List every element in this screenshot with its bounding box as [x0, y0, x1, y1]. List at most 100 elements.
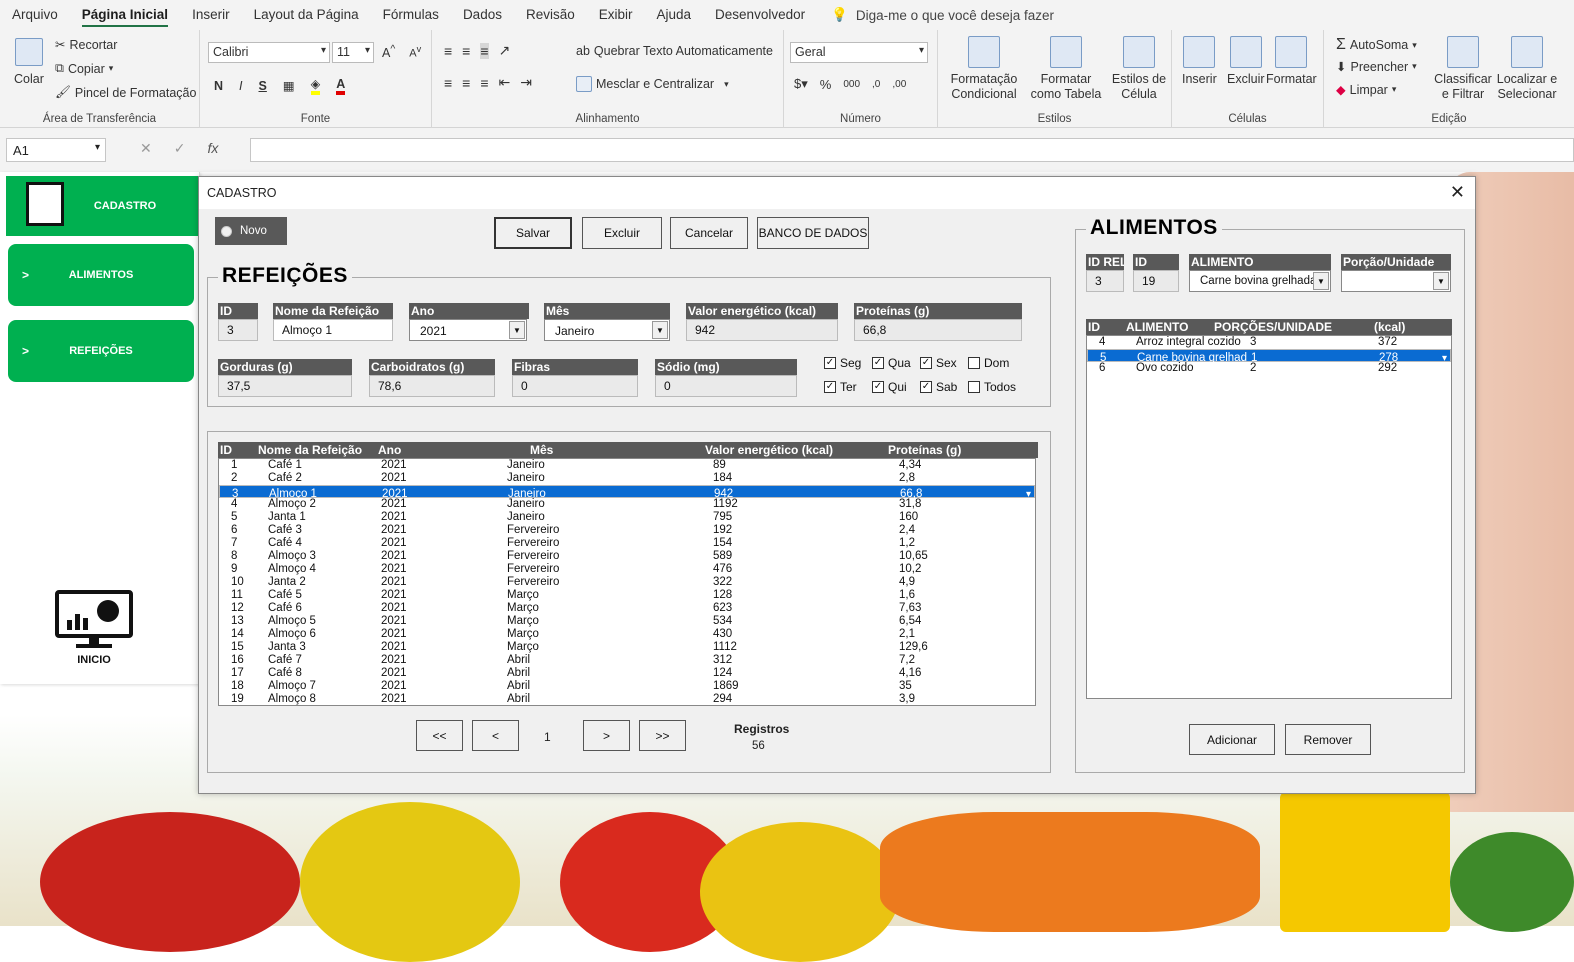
tab-layout[interactable]: Layout da Página: [242, 0, 371, 30]
insert-cells-button[interactable]: Inserir: [1182, 36, 1217, 86]
cancel-formula-icon[interactable]: ✕: [140, 140, 152, 157]
tell-me-box[interactable]: 💡 Diga-me o que você deseja fazer: [831, 7, 1054, 23]
banco-de-dados-button[interactable]: BANCO DE DADOS: [757, 217, 869, 249]
font-size-select[interactable]: 11: [332, 42, 374, 63]
table-row[interactable]: 2 Café 2 2021 Janeiro 184 2,8: [219, 472, 1035, 485]
tab-exibir[interactable]: Exibir: [587, 0, 645, 30]
table-row[interactable]: 6 Café 3 2021 Fervereiro 192 2,4: [219, 524, 1035, 537]
table-row[interactable]: 14 Almoço 6 2021 Março 430 2,1: [219, 628, 1035, 641]
sort-filter-button[interactable]: Classificar e Filtrar: [1432, 36, 1494, 102]
percent-icon[interactable]: %: [820, 77, 832, 92]
novo-toggle[interactable]: Novo: [215, 217, 287, 245]
font-color-icon[interactable]: A: [336, 77, 346, 95]
horizontal-align-icons[interactable]: ≡ ≡ ≡ ⇤ ⇥: [444, 74, 532, 91]
italic-button[interactable]: I: [239, 79, 242, 93]
currency-icon[interactable]: $▾: [794, 76, 808, 92]
grow-font-icon[interactable]: A^: [382, 44, 395, 60]
tab-pagina-inicial[interactable]: Página Inicial: [70, 0, 180, 30]
table-row[interactable]: 16 Café 7 2021 Abril 312 7,2: [219, 654, 1035, 667]
table-row[interactable]: 10 Janta 2 2021 Fervereiro 322 4,9: [219, 576, 1035, 589]
alimento-dropdown[interactable]: Carne bovina grelhada ▼: [1189, 270, 1331, 292]
sodio-field[interactable]: 0: [655, 375, 797, 397]
merge-center-button[interactable]: Mesclar e Centralizar ▾: [576, 76, 729, 92]
ano-dropdown[interactable]: 2021 ▼: [409, 319, 527, 341]
tab-formulas[interactable]: Fórmulas: [371, 0, 451, 30]
fx-icon[interactable]: fx: [207, 140, 218, 157]
table-row[interactable]: 1 Café 1 2021 Janeiro 89 4,34: [219, 459, 1035, 472]
salvar-button[interactable]: Salvar: [494, 217, 572, 249]
checkbox-ter[interactable]: ✓ Ter: [824, 380, 857, 394]
checkbox-dom[interactable]: Dom: [968, 356, 1009, 370]
alim-id-field[interactable]: 19: [1133, 270, 1179, 292]
fibras-field[interactable]: 0: [512, 375, 638, 397]
formula-input[interactable]: [250, 138, 1574, 162]
format-as-table-button[interactable]: Formatar como Tabela: [1024, 36, 1108, 102]
table-row[interactable]: 12 Café 6 2021 Março 623 7,63: [219, 602, 1035, 615]
table-row[interactable]: 3 Almoço 1 2021 Janeiro 942 66,8: [219, 485, 1035, 501]
conditional-format-button[interactable]: Formatação Condicional: [946, 36, 1022, 102]
paste-button[interactable]: Colar: [14, 38, 44, 86]
fill-color-icon[interactable]: ◈: [310, 76, 321, 95]
tab-arquivo[interactable]: Arquivo: [0, 0, 70, 30]
first-page-button[interactable]: <<: [416, 720, 463, 751]
decrease-decimal-icon[interactable]: ,00: [892, 79, 906, 90]
checkbox-seg[interactable]: ✓ Seg: [824, 356, 861, 370]
alimentos-button[interactable]: > ALIMENTOS: [8, 244, 194, 306]
increase-decimal-icon[interactable]: ,0: [872, 79, 880, 90]
table-row[interactable]: 8 Almoço 3 2021 Fervereiro 589 10,65: [219, 550, 1035, 563]
format-painter-button[interactable]: 🖌 Pincel de Formatação: [55, 85, 196, 100]
cell-styles-button[interactable]: Estilos de Célula: [1108, 36, 1170, 102]
cut-button[interactable]: ✂ Recortar: [55, 37, 117, 53]
borders-icon[interactable]: ▦: [283, 78, 295, 93]
prev-page-button[interactable]: <: [472, 720, 519, 751]
dropdown-arrow-icon[interactable]: ▼: [652, 321, 668, 339]
refeicoes-listbox[interactable]: 1 Café 1 2021 Janeiro 89 4,34 2 Café 2 2021 Janei…: [218, 458, 1036, 706]
table-row[interactable]: 13 Almoço 5 2021 Março 534 6,54: [219, 615, 1035, 628]
table-row[interactable]: 9 Almoço 4 2021 Fervereiro 476 10,2: [219, 563, 1035, 576]
delete-cells-button[interactable]: Excluir: [1227, 36, 1265, 86]
table-row[interactable]: 7 Café 4 2021 Fervereiro 154 1,2: [219, 537, 1035, 550]
remover-button[interactable]: Remover: [1285, 724, 1371, 755]
thousands-icon[interactable]: 000: [843, 79, 860, 90]
shrink-font-icon[interactable]: Av: [409, 44, 421, 60]
font-grow-shrink[interactable]: A^ Av: [382, 44, 421, 60]
confirm-formula-icon[interactable]: ✓: [174, 140, 186, 157]
dropdown-arrow-icon[interactable]: ▼: [1433, 272, 1449, 290]
nome-field[interactable]: Almoço 1: [273, 319, 393, 341]
carboidratos-field[interactable]: 78,6: [369, 375, 495, 397]
table-row[interactable]: 15 Janta 3 2021 Março 1112 129,6: [219, 641, 1035, 654]
table-row[interactable]: 5 Janta 1 2021 Janeiro 795 160: [219, 511, 1035, 524]
number-format-select[interactable]: Geral: [790, 42, 928, 63]
gorduras-field[interactable]: 37,5: [218, 375, 352, 397]
alimento-row[interactable]: 6 Ovo cozido 2 292: [1087, 362, 1451, 375]
last-page-button[interactable]: >>: [639, 720, 686, 751]
find-select-button[interactable]: Localizar e Selecionar: [1494, 36, 1560, 102]
tab-dados[interactable]: Dados: [451, 0, 514, 30]
adicionar-button[interactable]: Adicionar: [1189, 724, 1275, 755]
close-icon[interactable]: ✕: [1450, 182, 1465, 203]
table-row[interactable]: 4 Almoço 2 2021 Janeiro 1192 31,8: [219, 498, 1035, 511]
checkbox-sex[interactable]: ✓ Sex: [920, 356, 957, 370]
next-page-button[interactable]: >: [583, 720, 630, 751]
copy-button[interactable]: ⧉ Copiar ▾: [55, 61, 113, 76]
tab-inserir[interactable]: Inserir: [180, 0, 242, 30]
table-row[interactable]: 11 Café 5 2021 Março 128 1,6: [219, 589, 1035, 602]
checkbox-qua[interactable]: ✓ Qua: [872, 356, 911, 370]
alimento-row[interactable]: 5 Carne bovina grelhad 1 278: [1087, 349, 1451, 365]
tab-revisao[interactable]: Revisão: [514, 0, 587, 30]
bold-button[interactable]: N: [214, 79, 223, 93]
number-format-icons[interactable]: $▾% 000 ,0 ,00: [794, 76, 906, 92]
id-field[interactable]: 3: [218, 319, 258, 341]
name-box[interactable]: A1: [6, 138, 106, 162]
format-cells-button[interactable]: Formatar: [1266, 36, 1317, 86]
idrel-field[interactable]: 3: [1086, 270, 1124, 292]
vertical-align-icons[interactable]: ≡ ≡ ≡ ↗: [444, 42, 510, 59]
fill-button[interactable]: ⬇ Preencher ▾: [1336, 59, 1417, 75]
clear-button[interactable]: ◆ Limpar ▾: [1336, 82, 1396, 98]
refeicoes-button[interactable]: > REFEIÇÕES: [8, 320, 194, 382]
checkbox-sab[interactable]: ✓ Sab: [920, 380, 957, 394]
table-row[interactable]: 18 Almoço 7 2021 Abril 1869 35: [219, 680, 1035, 693]
dropdown-arrow-icon[interactable]: ▼: [509, 321, 525, 339]
wrap-text-button[interactable]: ab Quebrar Texto Automaticamente: [576, 44, 773, 58]
proteinas-field[interactable]: 66,8: [854, 319, 1022, 341]
